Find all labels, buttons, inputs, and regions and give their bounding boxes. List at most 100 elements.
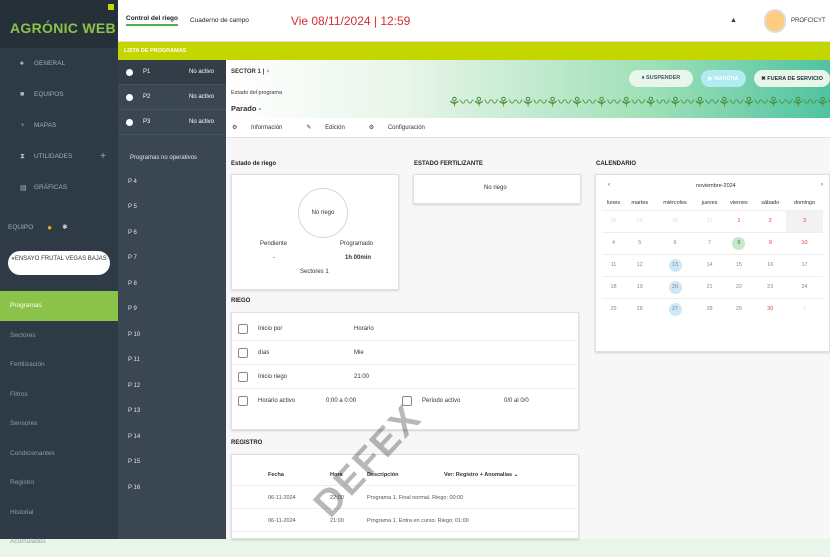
tab-informacion[interactable]: ⚙ Información: [232, 124, 294, 131]
inicio-riego-row: Inicio riego 21:00: [232, 365, 580, 389]
program-item[interactable]: P 5: [118, 195, 226, 221]
calendar-grid: lunes martes miércoles jueves viernes sábado d…: [602, 196, 823, 320]
program-item[interactable]: P 8: [118, 271, 226, 297]
inactive-programs-header: Programas no operativos: [130, 155, 198, 161]
bell-icon[interactable]: ▲: [730, 17, 737, 24]
program-header: SECTOR 1 | ♀ Estado del programa Parado …: [226, 60, 830, 118]
nav-general[interactable]: ♠ GENERAL: [0, 48, 118, 79]
plant-pattern-decoration: ⚘〰⚘〰⚘〰⚘〰⚘〰⚘〰⚘〰⚘〰⚘〰⚘〰⚘〰⚘〰⚘〰⚘〰⚘〰⚘〰: [448, 94, 830, 110]
section-menu: Programas Sectores Fertilización Filtros…: [0, 291, 118, 557]
username[interactable]: PROFCICYT: [791, 18, 826, 24]
menu-historial[interactable]: Historial: [0, 498, 118, 528]
program-item[interactable]: P2 No activo: [118, 85, 226, 110]
program-item[interactable]: P 16: [118, 475, 226, 501]
program-state: Parado -: [231, 104, 262, 113]
prev-month-icon[interactable]: ‹: [608, 182, 610, 188]
clock-icon: [238, 396, 248, 406]
start-button[interactable]: ▶ MARCHA: [701, 70, 746, 87]
pendiente-label: Pendiente: [260, 241, 288, 247]
registro-filter-dropdown[interactable]: Ver: Registro + Anomalías ⌄: [444, 472, 518, 478]
program-item[interactable]: P3 No activo: [118, 110, 226, 135]
menu-programas[interactable]: Programas: [0, 291, 118, 321]
suspend-button[interactable]: ⏸ SUSPENDER: [629, 70, 693, 87]
registro-card: Fecha Hora Descripción Ver: Registro + Anom…: [231, 454, 580, 539]
menu-sectores[interactable]: Sectores: [0, 321, 118, 351]
dias-row: días Mie: [232, 341, 580, 365]
calendar-icon: [238, 347, 248, 358]
program-item[interactable]: P 9: [118, 297, 226, 323]
pencil-icon: ✎: [306, 125, 314, 131]
tab-cuaderno[interactable]: Cuaderno de campo: [190, 17, 249, 24]
info-icon: ⚙: [232, 125, 240, 131]
fertilizer-card: No riego: [413, 174, 581, 204]
section-title-registro: REGISTRO: [231, 440, 263, 446]
map-pin-icon: ♀: [20, 122, 26, 129]
grid-icon: ■: [20, 91, 25, 98]
program-item[interactable]: P 4: [118, 169, 226, 195]
inicio-row: Inicio por Horario: [232, 317, 580, 341]
program-item[interactable]: P 10: [118, 322, 226, 348]
clock-icon: [238, 323, 248, 334]
radio-icon: [126, 68, 133, 76]
out-of-service-button[interactable]: ✖ FUERA DE SERVICIO: [754, 70, 830, 87]
fert-status: No riego: [484, 185, 507, 191]
section-strip: LISTA DE PROGRAMAS: [118, 42, 830, 60]
tab-edicion[interactable]: ✎ Edición: [306, 124, 356, 131]
device-selector[interactable]: ●ENSAYO FRUTAL VEGAS BAJAS: [8, 251, 110, 275]
program-item[interactable]: P 15: [118, 450, 226, 476]
nav-mapas[interactable]: ♀ MAPAS: [0, 110, 118, 141]
registro-header: Fecha Hora Descripción Ver: Registro + Anom…: [232, 463, 580, 486]
flag-icon: [238, 371, 248, 382]
program-item[interactable]: P 14: [118, 424, 226, 450]
avatar[interactable]: [764, 9, 786, 33]
tab-control-riego[interactable]: Control del riego: [126, 15, 178, 26]
menu-sensores[interactable]: Sensores: [0, 409, 118, 439]
program-item[interactable]: P 11: [118, 348, 226, 374]
pendiente-value: -: [273, 255, 275, 261]
program-item[interactable]: P 13: [118, 399, 226, 425]
menu-fertilizacion[interactable]: Fertilización: [0, 350, 118, 380]
calendar-header: ‹ noviembre-2024 ›: [602, 182, 823, 196]
main-nav: ♠ GENERAL ■ EQUIPOS ♀ MAPAS ⧗ UTILIDADES + ▤ G…: [0, 48, 118, 203]
subtabs: ⚙ Información ✎ Edición ⚙ Configuración: [226, 118, 830, 138]
radio-icon: [126, 118, 133, 126]
nav-graficas[interactable]: ▤ GRÁFICAS: [0, 172, 118, 203]
gear-icon[interactable]: ✱: [62, 223, 67, 231]
radio-icon: [126, 93, 133, 101]
menu-acumulados[interactable]: Acumulados: [0, 527, 118, 557]
next-month-icon[interactable]: ›: [821, 182, 823, 188]
plus-icon[interactable]: +: [100, 151, 106, 162]
chart-icon: ▤: [20, 184, 27, 192]
table-row: 06-11-2024 22:00 Programa 1. Final normal.…: [232, 486, 580, 509]
irrigation-status-card: No riego Pendiente - Programado 1h 00min…: [231, 174, 399, 290]
table-row: 06-11-2024 21:00 Programa 1. Entra en curs…: [232, 509, 580, 532]
today-marker[interactable]: 8: [732, 236, 746, 250]
estado-label: Estado del programa: [231, 90, 283, 96]
progress-ring: No riego: [298, 188, 348, 238]
apps-grid-icon[interactable]: [108, 4, 114, 10]
status-dot-icon: ●: [47, 222, 53, 232]
nav-utilidades[interactable]: ⧗ UTILIDADES +: [0, 141, 118, 172]
program-item[interactable]: P 12: [118, 373, 226, 399]
section-title-estado-riego: Estado de riego: [231, 161, 277, 167]
menu-condicionantes[interactable]: Condicionantes: [0, 439, 118, 469]
main-panel: SECTOR 1 | ♀ Estado del programa Parado …: [226, 60, 830, 539]
menu-registro[interactable]: Registro: [0, 468, 118, 498]
equipo-row: EQUIPO ● ✱: [8, 222, 68, 232]
sector-label: SECTOR 1 | ♀: [231, 69, 271, 75]
program-item[interactable]: P 7: [118, 246, 226, 272]
section-title-riego: RIEGO: [231, 298, 251, 304]
program-item[interactable]: P1 No activo: [118, 60, 226, 85]
section-title-fertilizante: ESTADO FERTILIZANTE: [414, 161, 483, 167]
program-item[interactable]: P 6: [118, 220, 226, 246]
menu-filtros[interactable]: Filtros: [0, 380, 118, 410]
programado-value: 1h 00min: [345, 255, 372, 261]
current-datetime: Vie 08/11/2024 | 12:59: [290, 13, 411, 28]
nav-equipos[interactable]: ■ EQUIPOS: [0, 79, 118, 110]
app-logo[interactable]: AGRÓNIC WEB: [0, 0, 118, 48]
section-title-calendario: CALENDARIO: [596, 161, 636, 167]
sidebar: AGRÓNIC WEB ♠ GENERAL ■ EQUIPOS ♀ MAPAS ⧗ UT…: [0, 0, 118, 545]
tab-configuracion[interactable]: ⚙ Configuración: [369, 124, 437, 131]
calendar-card: ‹ noviembre-2024 › lunes martes miércoles j…: [595, 174, 830, 352]
programado-label: Programado: [340, 241, 374, 247]
